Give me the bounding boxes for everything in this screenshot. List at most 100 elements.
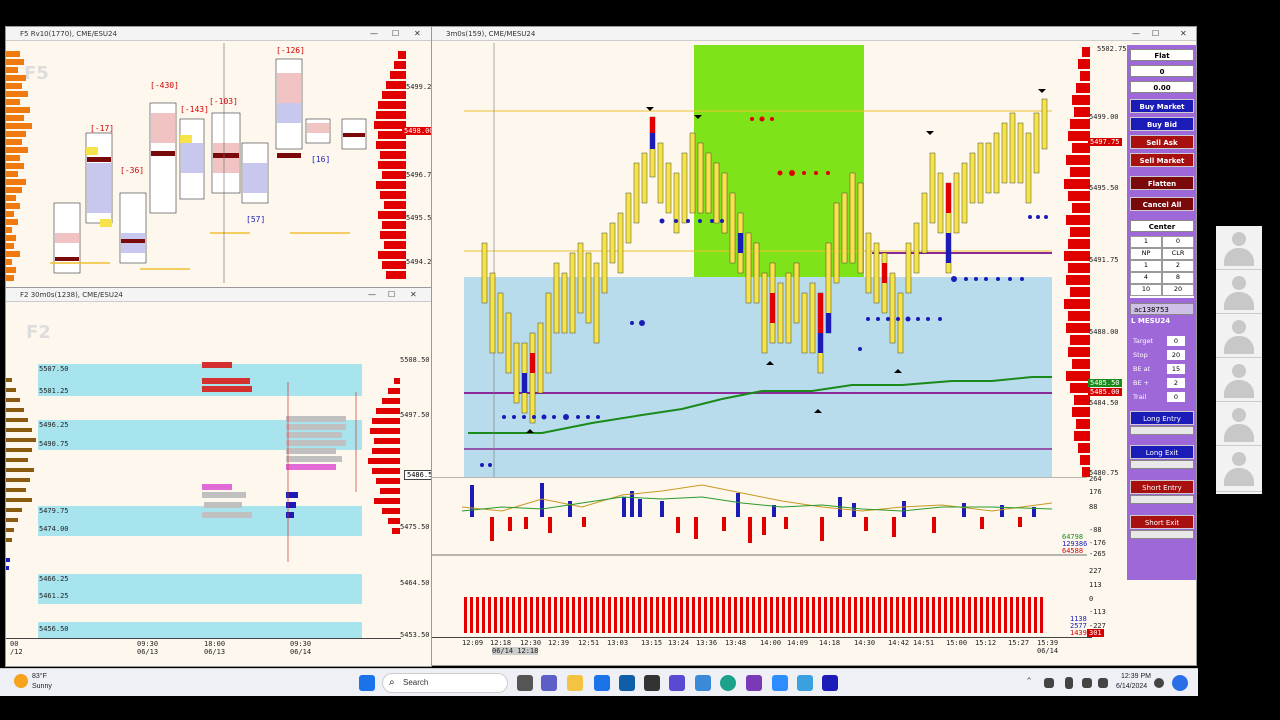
position-qty: 0 bbox=[1130, 65, 1194, 77]
weather-temp[interactable]: 83°F bbox=[32, 673, 47, 680]
price-label: 5484.50 bbox=[1089, 399, 1119, 407]
level-label: 5501.25 bbox=[39, 387, 69, 395]
tray-chevron-icon[interactable]: ^ bbox=[1027, 677, 1031, 685]
zoom-icon[interactable] bbox=[772, 675, 788, 691]
qty-cell[interactable]: 1 bbox=[1130, 236, 1162, 248]
teams-icon[interactable] bbox=[541, 675, 557, 691]
chatgpt-icon[interactable] bbox=[644, 675, 660, 691]
account-select[interactable]: ac138753 bbox=[1130, 303, 1194, 315]
clr-button[interactable]: CLR bbox=[1162, 248, 1194, 260]
buy-market-button[interactable]: Buy Market bbox=[1130, 99, 1194, 113]
close-icon[interactable]: ✕ bbox=[410, 288, 417, 302]
delta-label: [57] bbox=[246, 215, 266, 224]
remote-desktop-icon[interactable] bbox=[695, 675, 711, 691]
time-label: 15:39 bbox=[1037, 639, 1059, 647]
participant-tile[interactable] bbox=[1216, 270, 1262, 314]
value-area-rect bbox=[464, 277, 1052, 477]
media-icon[interactable] bbox=[669, 675, 685, 691]
maximize-icon[interactable]: ☐ bbox=[1152, 27, 1159, 41]
task-view-icon[interactable] bbox=[517, 675, 533, 691]
be-at-input[interactable]: 15 bbox=[1167, 364, 1185, 374]
main-titlebar[interactable]: 3m0s(159), CME/MESU24 — ☐ ✕ bbox=[432, 27, 1196, 41]
sell-market-button[interactable]: Sell Market bbox=[1130, 153, 1194, 167]
qty-preset[interactable]: 4 bbox=[1130, 272, 1162, 284]
qty-cell[interactable]: 0 bbox=[1162, 236, 1194, 248]
weather-icon[interactable] bbox=[14, 674, 28, 688]
mail-icon[interactable] bbox=[594, 675, 610, 691]
volume-icon[interactable] bbox=[1098, 678, 1108, 688]
start-icon[interactable] bbox=[359, 675, 375, 691]
clock-date[interactable]: 6/14/2024 bbox=[1116, 683, 1147, 690]
short-entry-button[interactable]: Short Entry bbox=[1130, 480, 1194, 494]
time-axis-line bbox=[432, 637, 1092, 638]
search-box[interactable]: ⌕ Search bbox=[382, 673, 508, 693]
minimize-icon[interactable]: — bbox=[370, 27, 378, 41]
participants-panel bbox=[1216, 226, 1262, 494]
participant-tile[interactable] bbox=[1216, 446, 1262, 492]
osc-label: 264 bbox=[1089, 475, 1102, 483]
edge-icon[interactable] bbox=[720, 675, 736, 691]
wifi-icon[interactable] bbox=[1082, 678, 1092, 688]
mic-icon[interactable] bbox=[1065, 677, 1073, 689]
delta-label: [-17] bbox=[90, 124, 115, 133]
active-app-icon[interactable] bbox=[822, 675, 838, 691]
delta-label: [-143] bbox=[180, 105, 209, 114]
date-label: 06/13 bbox=[137, 648, 159, 656]
f2-titlebar[interactable]: F2 30m0s(1238), CME/ESU24 — ☐ ✕ bbox=[6, 288, 431, 302]
cancel-all-button[interactable]: Cancel All bbox=[1130, 197, 1194, 211]
participant-tile[interactable] bbox=[1216, 226, 1262, 270]
qty-preset[interactable]: 20 bbox=[1162, 284, 1194, 296]
qty-preset[interactable]: 1 bbox=[1130, 260, 1162, 272]
buy-bid-button[interactable]: Buy Bid bbox=[1130, 117, 1194, 131]
target-input[interactable]: 0 bbox=[1167, 336, 1185, 346]
time-label: 13:36 bbox=[696, 639, 718, 647]
price-label: 5495.50 bbox=[406, 214, 432, 222]
f2-market-profile bbox=[202, 362, 357, 562]
close-icon[interactable]: ✕ bbox=[414, 27, 421, 41]
time-label: 14:18 bbox=[819, 639, 841, 647]
short-exit-button[interactable]: Short Exit bbox=[1130, 515, 1194, 529]
file-explorer-icon[interactable] bbox=[567, 675, 583, 691]
long-exit-button[interactable]: Long Exit bbox=[1130, 445, 1194, 459]
long-entry-select[interactable] bbox=[1130, 426, 1194, 435]
stop-input[interactable]: 20 bbox=[1167, 350, 1185, 360]
flatten-button[interactable]: Flatten bbox=[1130, 176, 1194, 190]
long-exit-select[interactable] bbox=[1130, 460, 1194, 469]
app-icon[interactable] bbox=[797, 675, 813, 691]
trail-input[interactable]: 0 bbox=[1167, 392, 1185, 402]
short-entry-select[interactable] bbox=[1130, 495, 1194, 504]
f5-titlebar[interactable]: F5 Rv10(1770), CME/ESU24 — ☐ ✕ bbox=[6, 27, 431, 41]
date-label: 06/13 bbox=[204, 648, 226, 656]
np-button[interactable]: NP bbox=[1130, 248, 1162, 260]
level-label: 5507.50 bbox=[39, 365, 69, 373]
be-plus-input[interactable]: 2 bbox=[1167, 378, 1185, 388]
copilot-icon[interactable] bbox=[1172, 675, 1188, 691]
outlook-icon[interactable] bbox=[619, 675, 635, 691]
center-button[interactable]: Center bbox=[1130, 220, 1194, 232]
qty-preset[interactable]: 8 bbox=[1162, 272, 1194, 284]
clock-time[interactable]: 12:39 PM bbox=[1121, 673, 1151, 680]
short-exit-select[interactable] bbox=[1130, 530, 1194, 539]
close-icon[interactable]: ✕ bbox=[1180, 27, 1187, 41]
sell-ask-button[interactable]: Sell Ask bbox=[1130, 135, 1194, 149]
visual-studio-icon[interactable] bbox=[746, 675, 762, 691]
qty-preset[interactable]: 10 bbox=[1130, 284, 1162, 296]
notification-bell-icon[interactable] bbox=[1154, 678, 1164, 688]
participant-tile[interactable] bbox=[1216, 402, 1262, 446]
date-label: /12 bbox=[10, 648, 23, 656]
time-label: 12:30 bbox=[520, 639, 542, 647]
price-label: 5475.50 bbox=[400, 523, 430, 531]
time-label: 13:48 bbox=[725, 639, 747, 647]
participant-tile[interactable] bbox=[1216, 314, 1262, 358]
trading-panel: Flat 0 0.00 Buy Market Buy Bid Sell Ask … bbox=[1127, 45, 1196, 580]
qty-preset[interactable]: 2 bbox=[1162, 260, 1194, 272]
network-icon[interactable] bbox=[1044, 678, 1054, 688]
minimize-icon[interactable]: — bbox=[368, 288, 376, 302]
time-label: 12:09 bbox=[462, 639, 484, 647]
minimize-icon[interactable]: — bbox=[1132, 27, 1140, 41]
long-entry-button[interactable]: Long Entry bbox=[1130, 411, 1194, 425]
maximize-icon[interactable]: ☐ bbox=[392, 27, 399, 41]
f2-window: F2 30m0s(1238), CME/ESU24 — ☐ ✕ F2 5507.… bbox=[5, 287, 432, 667]
maximize-icon[interactable]: ☐ bbox=[388, 288, 395, 302]
participant-tile[interactable] bbox=[1216, 358, 1262, 402]
